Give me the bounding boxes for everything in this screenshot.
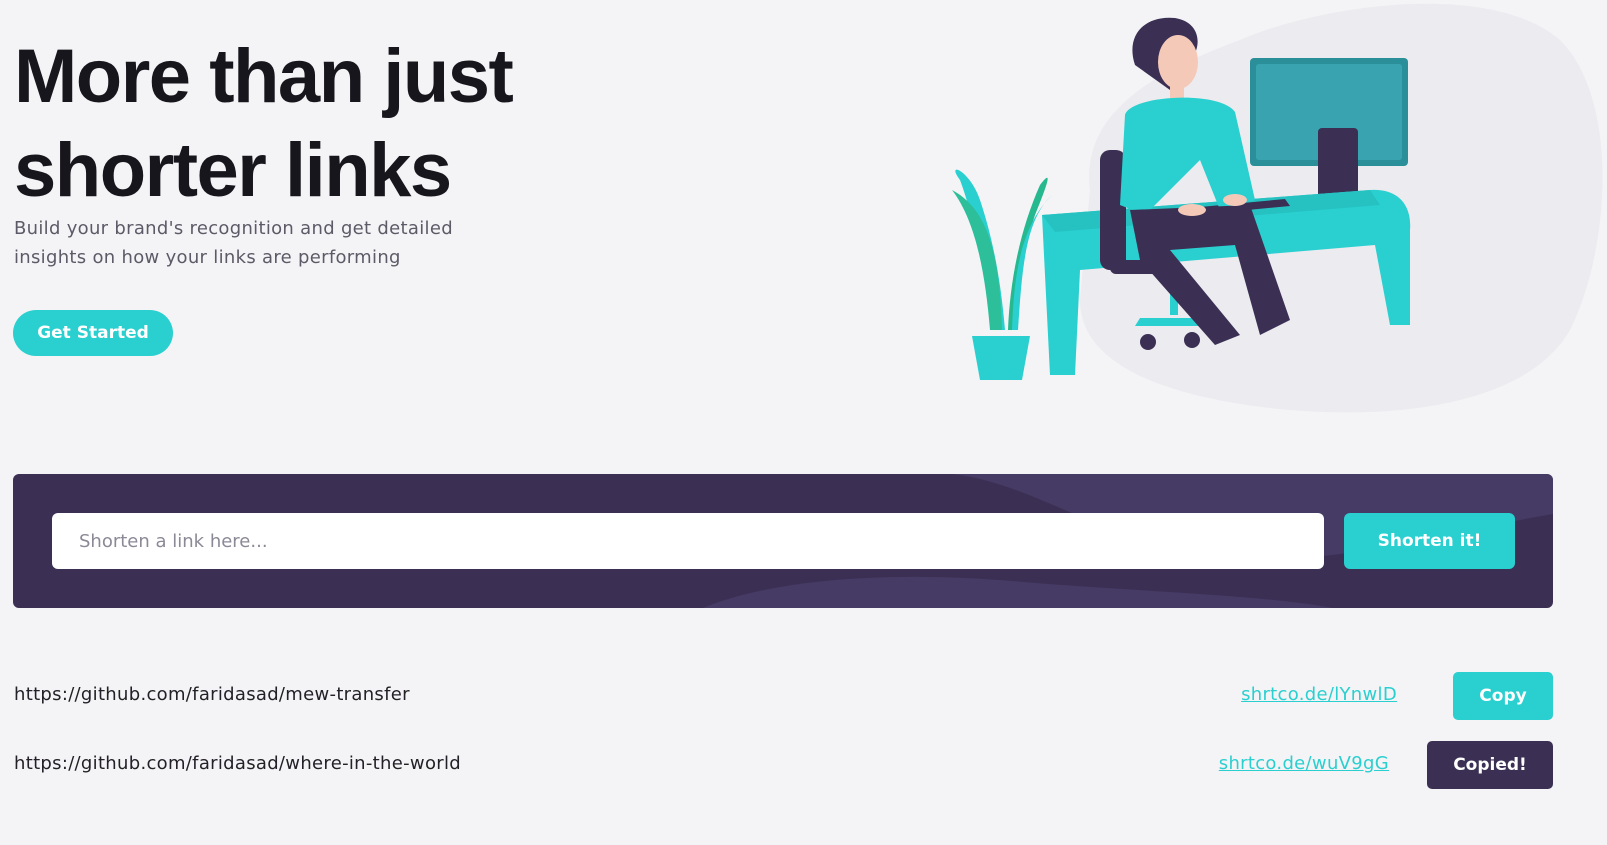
copied-button[interactable]: Copied! (1427, 741, 1553, 789)
person-working-at-desk-illustration (952, 3, 1603, 413)
original-url: https://github.com/faridasad/where-in-th… (14, 753, 461, 774)
short-url-link[interactable]: shrtco.de/lYnwlD (1241, 684, 1397, 705)
result-row: https://github.com/faridasad/where-in-th… (0, 741, 1607, 791)
link-input[interactable] (52, 513, 1324, 569)
hero-subtitle-line-1: Build your brand's recognition and get d… (14, 218, 453, 239)
hero-title-line-2: shorter links (14, 128, 452, 213)
hero-title: More than just shorter links (14, 30, 654, 218)
original-url: https://github.com/faridasad/mew-transfe… (14, 684, 410, 705)
hero-subtitle-line-2: insights on how your links are performin… (14, 247, 401, 268)
hero-subtitle: Build your brand's recognition and get d… (14, 214, 514, 272)
short-url-link[interactable]: shrtco.de/wuV9gG (1219, 753, 1389, 774)
hero-title-line-1: More than just (14, 34, 514, 119)
shorten-panel: Shorten it! (13, 474, 1553, 608)
result-row: https://github.com/faridasad/mew-transfe… (0, 672, 1607, 722)
shorten-button[interactable]: Shorten it! (1344, 513, 1515, 569)
copy-button[interactable]: Copy (1453, 672, 1553, 720)
get-started-button[interactable]: Get Started (13, 310, 173, 356)
